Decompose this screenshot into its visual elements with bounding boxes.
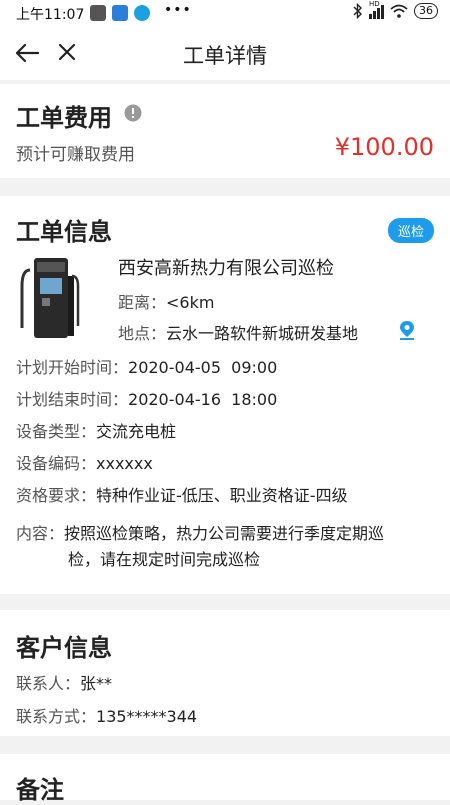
device-code-value: xxxxxx xyxy=(96,454,153,473)
content-line-2: 检，请在规定时间完成巡检 xyxy=(68,550,261,569)
device-code-label: 设备编码： xyxy=(16,454,97,473)
content-row: 内容：按照巡检策略，热力公司需要进行季度定期巡 xyxy=(16,520,384,544)
hd-label: HD xyxy=(369,0,380,8)
distance-row: 距离：<6km xyxy=(118,289,214,313)
order-info-title: 工单信息 xyxy=(16,218,112,246)
device-type-label: 设备类型： xyxy=(16,422,97,441)
content-row-2: 检，请在规定时间完成巡检 xyxy=(68,546,260,570)
phone-value[interactable]: 135*****344 xyxy=(96,707,197,726)
bluetooth-icon xyxy=(353,3,362,19)
inspection-badge: 巡检 xyxy=(387,218,434,243)
device-code-row: 设备编码：xxxxxx xyxy=(16,450,153,474)
fee-amount: ¥100.00 xyxy=(334,133,434,161)
phone-row: 联系方式：135*****344 xyxy=(16,703,197,727)
content-label: 内容： xyxy=(16,524,65,543)
device-type-row: 设备类型：交流充电桩 xyxy=(16,418,176,442)
browser-app-icon xyxy=(134,5,150,21)
customer-info-card: 客户信息 联系人：张** 联系方式：135*****344 xyxy=(0,610,450,736)
page-title: 工单详情 xyxy=(183,44,267,68)
wifi-icon xyxy=(390,4,408,18)
plan-end-row: 计划结束时间：2020-04-16 18:00 xyxy=(16,386,277,410)
plan-end-value: 2020-04-16 18:00 xyxy=(128,390,278,409)
qualification-row: 资格要求：特种作业证-低压、职业资格证-四级 xyxy=(16,482,348,506)
status-time: 上午11:07 xyxy=(16,7,85,23)
charger-device-image xyxy=(20,258,80,338)
app-notification-icon xyxy=(90,5,106,21)
phone-label: 联系方式： xyxy=(16,707,97,726)
location-row: 地点：云水一路软件新城研发基地 xyxy=(118,320,358,344)
nav-bar: 工单详情 xyxy=(0,26,450,80)
more-notifications-icon: ••• xyxy=(164,2,192,18)
plan-start-value: 2020-04-05 09:00 xyxy=(128,358,278,377)
cloud-app-icon xyxy=(112,5,128,21)
qualification-value: 特种作业证-低压、职业资格证-四级 xyxy=(96,486,348,505)
distance-value: <6km xyxy=(166,293,215,312)
status-bar: 上午11:07 ••• HD 36 xyxy=(0,0,450,26)
location-label: 地点： xyxy=(118,324,167,343)
fee-card: 工单费用 预计可赚取费用 ¥100.00 xyxy=(0,84,450,178)
content-line-1: 按照巡检策略，热力公司需要进行季度定期巡 xyxy=(64,524,385,543)
info-icon[interactable] xyxy=(124,104,142,122)
company-name: 西安高新热力有限公司巡检 xyxy=(118,258,334,279)
location-value: 云水一路软件新城研发基地 xyxy=(166,324,359,343)
qualification-label: 资格要求： xyxy=(16,486,97,505)
fee-card-title: 工单费用 xyxy=(16,104,112,132)
plan-end-label: 计划结束时间： xyxy=(16,390,129,409)
contact-label: 联系人： xyxy=(16,674,81,693)
signal-icon: HD xyxy=(369,0,384,19)
order-info-card: 工单信息 巡检 西安高新热力有限公司巡检 距离：<6km 地点：云水一路软件新城… xyxy=(0,196,450,594)
contact-row: 联系人：张** xyxy=(16,670,112,694)
device-type-value: 交流充电桩 xyxy=(96,422,177,441)
contact-value: 张** xyxy=(80,674,113,693)
notes-card: 备注 xyxy=(0,754,450,804)
distance-label: 距离： xyxy=(118,293,167,312)
map-pin-icon[interactable] xyxy=(398,320,416,340)
plan-start-row: 计划开始时间：2020-04-05 09:00 xyxy=(16,354,277,378)
customer-info-title: 客户信息 xyxy=(16,634,112,662)
plan-start-label: 计划开始时间： xyxy=(16,358,129,377)
fee-subtitle: 预计可赚取费用 xyxy=(16,145,135,165)
battery-indicator: 36 xyxy=(414,3,438,19)
